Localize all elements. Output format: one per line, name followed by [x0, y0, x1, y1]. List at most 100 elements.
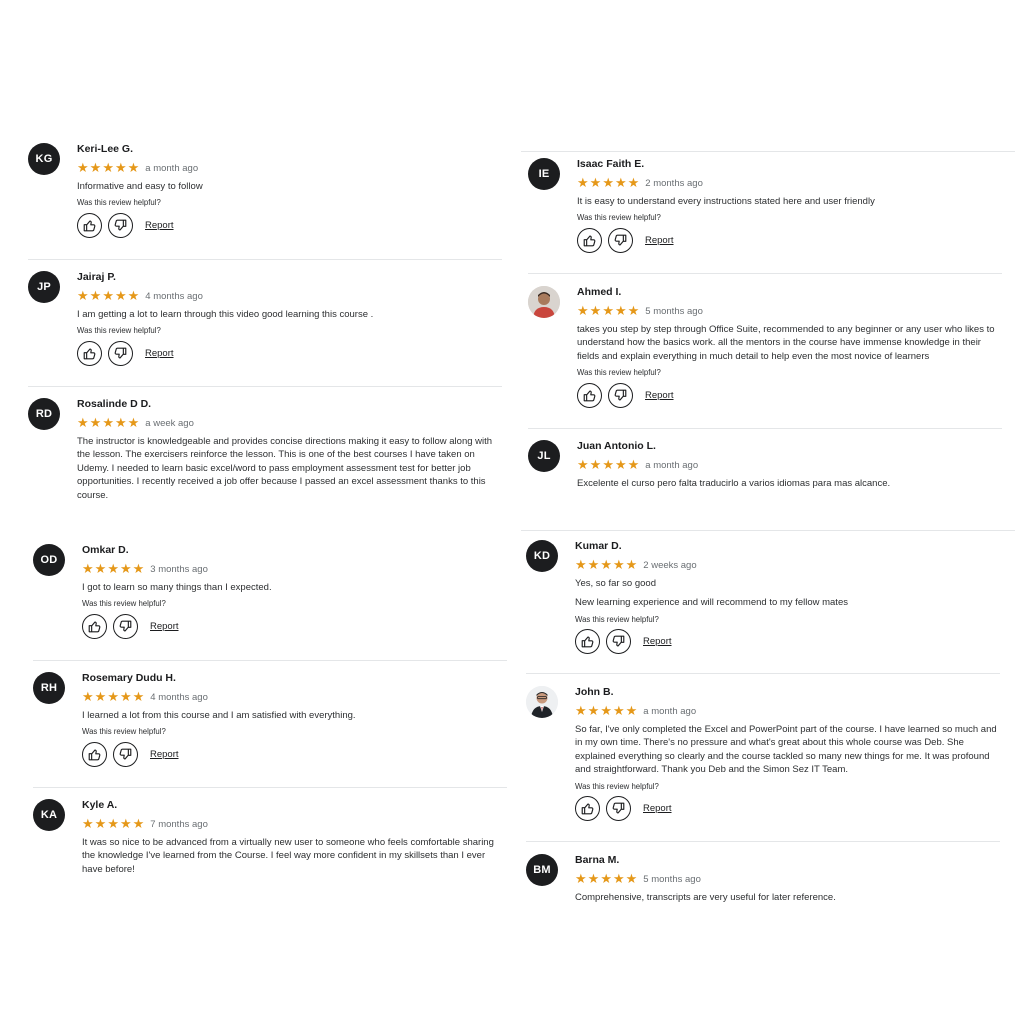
thumbs-down-button[interactable]	[608, 227, 633, 253]
star-icon: ★	[82, 561, 94, 576]
thumbs-up-button[interactable]	[577, 227, 602, 253]
divider	[33, 787, 507, 788]
star-rating: ★ ★ ★ ★ ★	[82, 561, 145, 576]
thumbs-up-button[interactable]	[575, 796, 600, 822]
review-text: Informative and easy to follow	[77, 181, 203, 192]
star-rating: ★ ★ ★ ★ ★	[77, 288, 140, 303]
thumbs-up-button[interactable]	[77, 340, 102, 366]
star-icon: ★	[94, 816, 107, 831]
star-icon: ★	[119, 689, 132, 704]
star-icon: ★	[127, 288, 140, 303]
star-icon: ★	[114, 288, 127, 303]
review-date: a month ago	[645, 459, 699, 471]
star-icon: ★	[587, 871, 600, 886]
divider	[28, 386, 502, 387]
avatar: OD	[33, 544, 65, 576]
user-photo-icon	[526, 686, 558, 718]
reviewer-name: Kyle A.	[82, 799, 118, 811]
star-icon: ★	[575, 703, 587, 718]
review-date: 2 weeks ago	[643, 559, 697, 571]
thumbs-up-icon	[583, 390, 596, 402]
report-link[interactable]: Report	[643, 803, 672, 814]
thumbs-up-button[interactable]	[575, 629, 600, 655]
report-link[interactable]: Report	[645, 390, 674, 401]
thumbs-down-icon	[612, 635, 625, 647]
star-rating: ★ ★ ★ ★ ★	[575, 871, 637, 886]
reviewer-name: John B.	[575, 686, 614, 698]
thumbs-down-icon	[119, 748, 132, 760]
divider	[28, 259, 502, 260]
avatar: KA	[33, 799, 65, 831]
reviewer-name: Kumar D.	[575, 540, 622, 552]
thumbs-down-button[interactable]	[108, 340, 133, 366]
review-date: 2 months ago	[645, 177, 703, 189]
star-icon: ★	[589, 303, 602, 318]
star-icon: ★	[625, 703, 638, 718]
star-rating: ★ ★ ★ ★ ★	[82, 816, 145, 831]
star-icon: ★	[612, 703, 625, 718]
divider	[33, 660, 507, 661]
thumbs-down-button[interactable]	[108, 212, 133, 238]
thumbs-up-icon	[581, 636, 594, 648]
reviewer-name: Rosalinde D D.	[77, 398, 152, 410]
avatar: KD	[526, 540, 558, 572]
report-link[interactable]: Report	[645, 235, 674, 246]
thumbs-down-button[interactable]	[606, 629, 631, 655]
report-link[interactable]: Report	[145, 348, 174, 359]
star-icon: ★	[77, 415, 89, 430]
reviewer-name: Ahmed I.	[577, 286, 622, 298]
report-link[interactable]: Report	[150, 749, 179, 760]
star-rating: ★ ★ ★ ★ ★	[77, 415, 140, 430]
thumbs-up-button[interactable]	[577, 382, 602, 408]
star-icon: ★	[119, 561, 132, 576]
star-icon: ★	[575, 557, 587, 572]
star-icon: ★	[600, 557, 612, 572]
thumbs-down-button[interactable]	[113, 613, 138, 639]
divider	[528, 428, 1002, 429]
helpful-prompt: Was this review helpful?	[577, 368, 661, 378]
star-icon: ★	[107, 561, 119, 576]
thumbs-up-icon	[83, 348, 96, 360]
star-icon: ★	[89, 288, 102, 303]
review-date: 5 months ago	[645, 305, 703, 317]
star-icon: ★	[602, 457, 614, 472]
review-text: So far, I've only completed the Excel an…	[575, 724, 997, 776]
avatar: RD	[28, 398, 60, 430]
reviewer-name: Omkar D.	[82, 544, 129, 556]
report-link[interactable]: Report	[150, 621, 179, 632]
star-icon: ★	[77, 160, 89, 175]
star-icon: ★	[82, 689, 94, 704]
review-text: Yes, so far so good	[575, 578, 656, 589]
star-rating: ★ ★ ★ ★ ★	[575, 557, 637, 572]
star-icon: ★	[132, 816, 145, 831]
star-icon: ★	[127, 160, 140, 175]
star-icon: ★	[577, 303, 589, 318]
thumbs-up-icon	[583, 235, 596, 247]
star-icon: ★	[102, 160, 114, 175]
thumbs-up-button[interactable]	[77, 212, 102, 238]
avatar: IE	[528, 158, 560, 190]
star-icon: ★	[127, 415, 140, 430]
star-icon: ★	[102, 415, 114, 430]
star-rating: ★ ★ ★ ★ ★	[82, 689, 144, 704]
thumbs-down-button[interactable]	[113, 741, 138, 767]
thumbs-down-icon	[119, 620, 132, 632]
user-photo-icon	[528, 286, 560, 318]
thumbs-up-button[interactable]	[82, 613, 107, 639]
report-link[interactable]: Report	[145, 220, 174, 231]
star-icon: ★	[589, 457, 602, 472]
thumbs-down-icon	[114, 219, 127, 231]
star-icon: ★	[577, 175, 589, 190]
thumbs-down-button[interactable]	[606, 796, 631, 822]
star-icon: ★	[89, 160, 102, 175]
helpful-prompt: Was this review helpful?	[82, 599, 166, 609]
star-icon: ★	[612, 557, 625, 572]
report-link[interactable]: Report	[643, 636, 672, 647]
review-date: 7 months ago	[150, 818, 208, 830]
thumbs-up-button[interactable]	[82, 741, 107, 767]
thumbs-down-button[interactable]	[608, 382, 633, 408]
avatar: RH	[33, 672, 65, 704]
divider	[526, 673, 1000, 674]
star-icon: ★	[132, 561, 145, 576]
star-icon: ★	[587, 557, 600, 572]
